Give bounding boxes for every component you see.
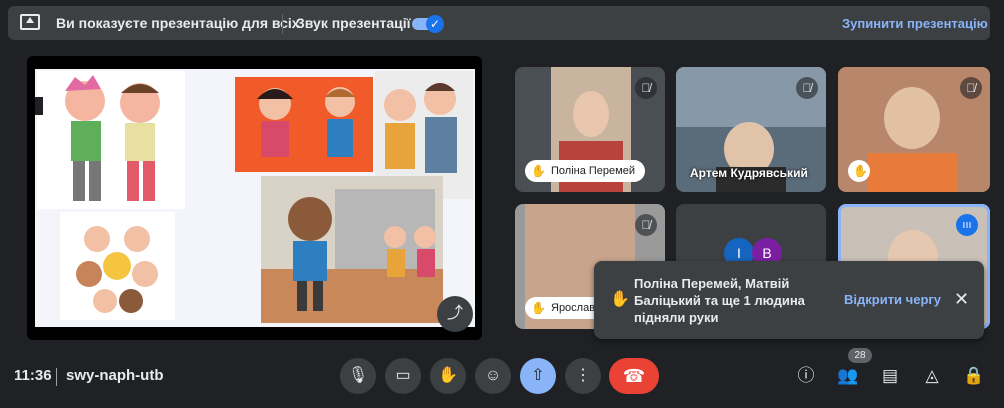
- chat-icon: ▤: [881, 366, 899, 385]
- camera-icon: ▭: [395, 367, 411, 384]
- participant-name-chip: ✋: [848, 160, 870, 182]
- presenting-banner: Ви показуєте презентацію для всіх Звук п…: [8, 6, 990, 40]
- participant-name-chip: ✋ Поліна Перемей: [525, 160, 645, 182]
- participant-tile[interactable]: 🎙̸ Артем Кудрявський: [676, 67, 826, 192]
- share-icon[interactable]: ⤴: [437, 296, 473, 332]
- banner-divider: [282, 14, 283, 34]
- participants-count-badge: 28: [848, 348, 872, 363]
- lock-person-icon: 🔒: [963, 366, 985, 385]
- info-icon: ⓘ: [797, 366, 815, 385]
- raised-hands-notification: ✋ Поліна Перемей, Матвій Баліцький та ще…: [594, 261, 984, 339]
- more-options-button[interactable]: ⋮: [565, 358, 601, 394]
- raised-hand-icon: ✋: [531, 301, 546, 315]
- participant-name: Ярослав: [551, 302, 596, 314]
- host-controls-button[interactable]: 🔒: [962, 364, 986, 388]
- presenting-status-text: Ви показуєте презентацію для всіх: [56, 15, 300, 31]
- participants-button[interactable]: 👥: [836, 364, 860, 388]
- raised-hand-icon: ✋: [853, 164, 868, 178]
- present-screen-icon: [20, 14, 40, 30]
- mic-off-icon: 🎙̸: [635, 77, 657, 99]
- mic-off-icon: 🎙̸: [796, 77, 818, 99]
- participant-tile[interactable]: 🎙̸ ✋ Поліна Перемей: [515, 67, 665, 192]
- open-queue-button[interactable]: Відкрити чергу: [844, 292, 941, 307]
- slide-content: [35, 69, 475, 327]
- presentation-view: [27, 56, 482, 340]
- stop-presenting-button[interactable]: Зупинити презентацію: [842, 16, 988, 31]
- bottom-divider: [56, 368, 57, 386]
- meeting-details-button[interactable]: ⓘ: [794, 364, 818, 388]
- end-call-button[interactable]: ☎: [609, 358, 659, 394]
- raised-hand-icon: ✋: [610, 291, 630, 308]
- participant-name: Поліна Перемей: [551, 165, 635, 177]
- notification-text: Поліна Перемей, Матвій Баліцький та ще 1…: [634, 276, 805, 325]
- current-time: 11:36: [14, 367, 52, 384]
- present-button[interactable]: ⇧: [520, 358, 556, 394]
- camera-button[interactable]: ▭: [385, 358, 421, 394]
- mic-icon: 🎙: [347, 367, 369, 384]
- close-icon[interactable]: ✕: [954, 289, 969, 309]
- speaking-indicator-icon: ııı: [956, 214, 978, 236]
- check-icon[interactable]: ✓: [426, 15, 444, 33]
- raise-hand-icon: ✋: [438, 367, 458, 384]
- shapes-icon: ◬: [925, 366, 939, 385]
- raised-hand-icon: ✋: [531, 164, 546, 178]
- mic-off-icon: 🎙̸: [635, 214, 657, 236]
- people-icon: 👥: [837, 366, 859, 385]
- slide-illustrations: [35, 71, 473, 323]
- activities-button[interactable]: ◬: [920, 364, 944, 388]
- present-screen-icon: ⇧: [531, 367, 545, 384]
- participant-name: Артем Кудрявський: [690, 166, 808, 180]
- raise-hand-button[interactable]: ✋: [430, 358, 466, 394]
- emoji-icon: ☺: [484, 367, 502, 384]
- more-vert-icon: ⋮: [575, 367, 591, 384]
- hang-up-icon: ☎: [622, 366, 646, 386]
- meeting-code: swy-naph-utb: [66, 367, 164, 384]
- participant-tile[interactable]: 🎙̸ ✋: [838, 67, 990, 192]
- mic-off-icon: 🎙̸: [960, 77, 982, 99]
- mic-button[interactable]: 🎙: [340, 358, 376, 394]
- reactions-button[interactable]: ☺: [475, 358, 511, 394]
- presentation-sound-label: Звук презентації: [296, 15, 411, 31]
- chat-button[interactable]: ▤: [878, 364, 902, 388]
